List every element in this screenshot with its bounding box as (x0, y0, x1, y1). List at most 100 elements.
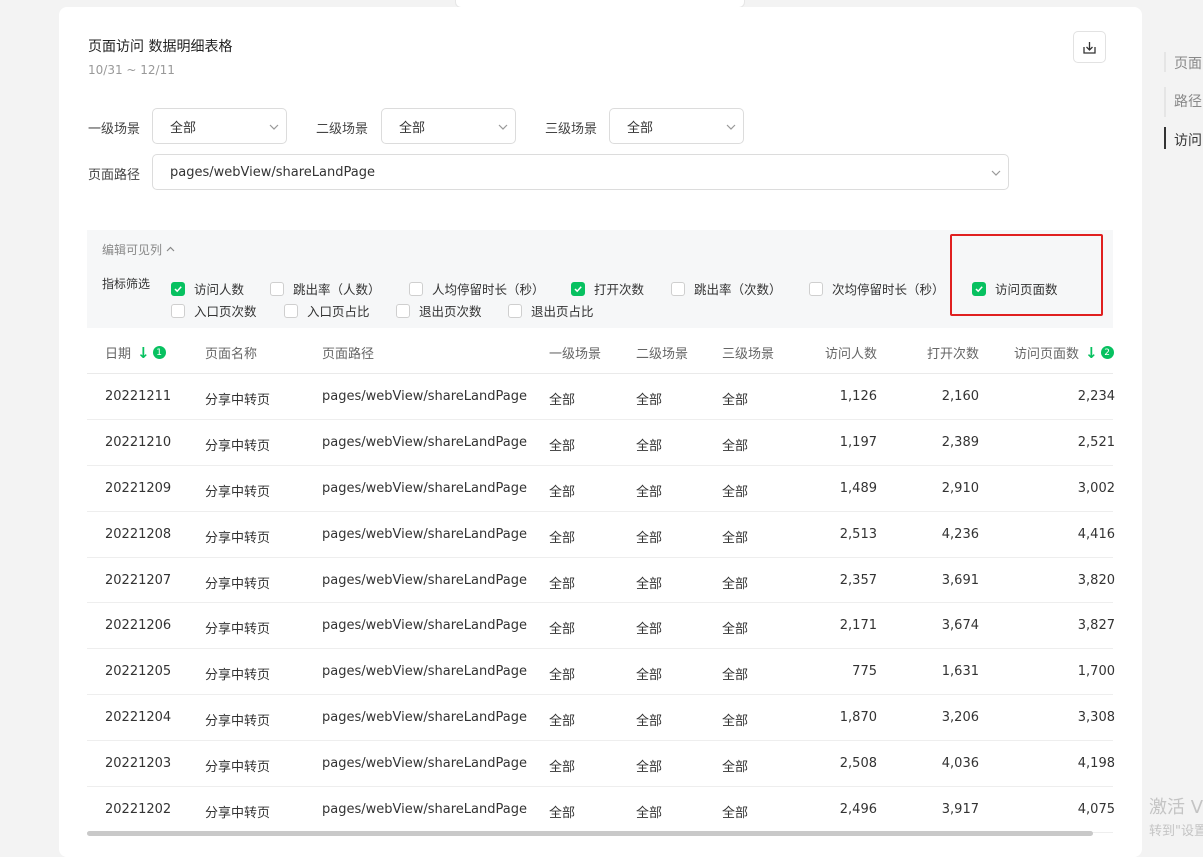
metric-checkbox[interactable]: 次均停留时长（秒） (809, 279, 945, 298)
sort-desc-icon[interactable]: ↓ (137, 344, 150, 362)
scene3-select[interactable]: 全部 (609, 108, 744, 144)
checkbox-checked-icon[interactable] (171, 281, 185, 296)
table-row: 20221203 分享中转页 pages/webView/shareLandPage… (87, 741, 1115, 788)
nav-line (1164, 52, 1166, 72)
table-cell: 4,036 (941, 756, 979, 772)
table-cell: 分享中转页 (205, 622, 271, 638)
anchor-nav-item[interactable]: 路径 (1174, 91, 1202, 111)
table-cell: 2,513 (839, 526, 877, 542)
metric-checkbox[interactable]: 访问人数 (171, 279, 244, 298)
metric-checkbox[interactable]: 人均停留时长（秒） (409, 279, 545, 298)
table-body: 20221211 分享中转页 pages/webView/shareLandPage… (87, 374, 1115, 833)
column-header-opens[interactable]: 打开次数 (927, 343, 979, 362)
checkbox-unchecked-icon[interactable] (396, 303, 410, 318)
metric-checkbox-label: 打开次数 (594, 282, 645, 297)
sort-desc-icon[interactable]: ↓ (1085, 344, 1098, 362)
nav-line-active (1164, 127, 1166, 149)
edit-visible-columns-toggle[interactable]: 编辑可见列 (102, 241, 176, 258)
scene1-select[interactable]: 全部 (152, 108, 287, 144)
table-cell: 分享中转页 (205, 760, 271, 776)
table-row: 20221207 分享中转页 pages/webView/shareLandPage… (87, 558, 1115, 604)
table-cell: 全部 (549, 438, 576, 454)
table-cell: pages/webView/shareLandPage (322, 434, 527, 450)
table-row: 20221211 分享中转页 pages/webView/shareLandPage… (87, 374, 1115, 420)
table-cell: 2,496 (839, 802, 877, 818)
metric-checkbox-label: 退出页次数 (419, 304, 482, 319)
table-cell: 2,171 (839, 618, 877, 634)
download-button[interactable] (1073, 31, 1106, 63)
metric-checkbox[interactable]: 入口页占比 (284, 301, 370, 320)
activation-watermark: 激活 V (1149, 797, 1203, 818)
anchor-nav-item[interactable]: 页面 (1174, 53, 1202, 73)
edit-visible-columns-label: 编辑可见列 (102, 243, 163, 257)
table-cell: 全部 (636, 484, 663, 500)
table-cell: 1,489 (839, 480, 877, 496)
metric-checkbox[interactable]: 退出页次数 (396, 301, 482, 320)
table-cell: 4,075 (1077, 802, 1115, 818)
metric-checkbox[interactable]: 入口页次数 (171, 301, 257, 320)
metric-checkbox[interactable]: 退出页占比 (508, 301, 594, 320)
checkbox-unchecked-icon[interactable] (270, 281, 284, 296)
table-cell: 2,521 (1077, 434, 1115, 450)
table-cell: 20221211 (105, 389, 172, 404)
table-cell: 全部 (722, 714, 749, 730)
table-cell: 分享中转页 (205, 668, 271, 684)
table-cell: 4,198 (1077, 756, 1115, 772)
table-cell: 分享中转页 (205, 484, 271, 500)
metric-checkbox-label: 跳出率（次数） (694, 282, 782, 297)
column-header-visitors[interactable]: 访问人数 (825, 343, 877, 362)
table-cell: 3,827 (1077, 618, 1115, 634)
metric-checkbox-label: 退出页占比 (531, 304, 594, 319)
date-range: 10/31 ~ 12/11 (88, 63, 175, 77)
column-header-scene2: 二级场景 (636, 347, 689, 362)
checkbox-unchecked-icon[interactable] (508, 303, 522, 318)
table-cell: 分享中转页 (205, 576, 271, 592)
chevron-down-icon (991, 170, 1001, 176)
table-cell: 3,308 (1077, 710, 1115, 726)
sort-rank-badge: 1 (152, 346, 166, 359)
table-row: 20221205 分享中转页 pages/webView/shareLandPage… (87, 649, 1115, 696)
column-header-date[interactable]: 日期 ↓ 1 (105, 343, 166, 362)
checkbox-unchecked-icon[interactable] (171, 303, 185, 318)
metric-checkbox[interactable]: 跳出率（人数） (270, 279, 381, 298)
page-path-select[interactable]: pages/webView/shareLandPage (152, 154, 1009, 190)
table-cell: 4,236 (941, 526, 979, 542)
table-cell: 分享中转页 (205, 438, 271, 454)
table-cell: 775 (852, 664, 877, 680)
table-cell: 全部 (636, 714, 663, 730)
table-cell: 3,674 (941, 618, 979, 634)
table-cell: 全部 (636, 668, 663, 684)
metric-checkbox[interactable]: 跳出率（次数） (671, 279, 782, 298)
metric-checkbox-label: 跳出率（人数） (293, 282, 381, 297)
table-cell: 全部 (636, 576, 663, 592)
table-cell: 全部 (549, 393, 576, 408)
column-header-scene3: 三级场景 (722, 347, 775, 362)
table-cell: pages/webView/shareLandPage (322, 526, 527, 542)
table-row: 20221202 分享中转页 pages/webView/shareLandPage… (87, 787, 1115, 833)
nav-line (1164, 87, 1166, 117)
table-cell: 20221204 (105, 710, 172, 726)
checkbox-unchecked-icon[interactable] (671, 281, 685, 296)
metric-checkbox-label: 次均停留时长（秒） (832, 282, 945, 297)
column-header-page-views[interactable]: 访问页面数 ↓ 2 (1014, 343, 1114, 362)
metrics-filter-label: 指标筛选 (102, 277, 151, 291)
table-cell: 全部 (549, 530, 576, 546)
scene2-select[interactable]: 全部 (381, 108, 516, 144)
horizontal-scrollbar[interactable] (87, 831, 1093, 836)
scene3-label: 三级场景 (545, 122, 598, 137)
table-cell: 全部 (636, 393, 663, 408)
table-cell: 2,910 (941, 480, 979, 496)
checkbox-unchecked-icon[interactable] (284, 303, 298, 318)
checkbox-checked-icon[interactable] (571, 281, 585, 296)
table-row: 20221208 分享中转页 pages/webView/shareLandPage… (87, 512, 1115, 558)
metric-checkbox[interactable]: 打开次数 (571, 279, 644, 298)
table-cell: 20221202 (105, 802, 172, 818)
table-cell: 全部 (722, 484, 749, 500)
table-cell: 全部 (636, 760, 663, 776)
anchor-nav-item-active[interactable]: 访问 (1174, 130, 1202, 150)
table-cell: 全部 (722, 668, 749, 684)
page-path-label: 页面路径 (88, 168, 141, 183)
table-row: 20221210 分享中转页 pages/webView/shareLandPage… (87, 420, 1115, 466)
checkbox-unchecked-icon[interactable] (809, 281, 823, 296)
checkbox-unchecked-icon[interactable] (409, 281, 423, 296)
